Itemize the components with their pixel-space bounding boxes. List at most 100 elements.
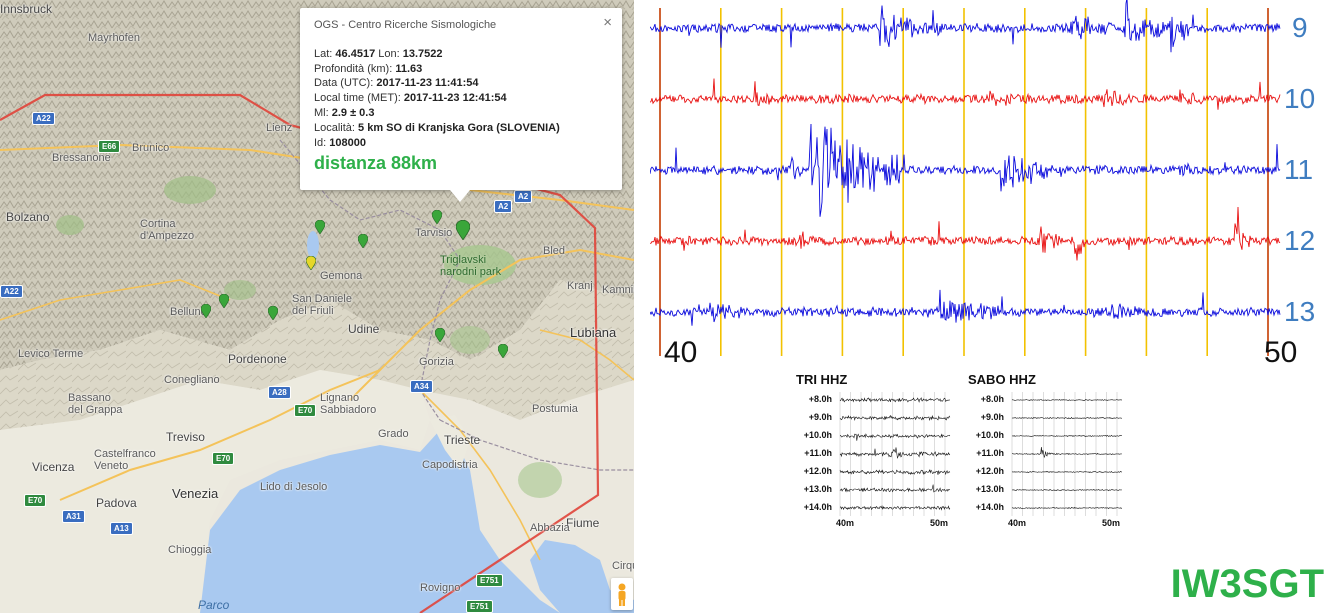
- highway-shield: A2: [494, 200, 513, 213]
- highway-shield: A28: [268, 386, 291, 399]
- popup-id: Id: 108000: [314, 136, 367, 149]
- seismic-trace: [650, 123, 1281, 217]
- trace-number: 13: [1284, 296, 1316, 327]
- helicorder-trace: [839, 433, 951, 441]
- helicorder-x-label: 40m: [836, 518, 855, 528]
- place-label: Kamnik: [602, 284, 634, 296]
- popup-local-time: Local time (MET): 2017-11-23 12:41:54: [314, 92, 507, 105]
- helicorder-row-label: +12.0h: [803, 466, 832, 476]
- helicorder-trace: [839, 484, 951, 493]
- seismic-trace: [650, 289, 1281, 326]
- helicorder-row-label: +11.0h: [804, 448, 832, 458]
- place-label: Chioggia: [168, 544, 212, 556]
- station-marker-icon[interactable]: [456, 220, 470, 240]
- popup-magnitude: Ml: 2.9 ± 0.3: [314, 106, 375, 119]
- helicorder-trace: [1012, 446, 1122, 459]
- helicorder-trace: [1012, 489, 1122, 492]
- helicorder-trace: [839, 414, 951, 422]
- helicorder-sabo: SABO HHZ +8.0h +9.0h +10.0h +11.0h +12.0h +13.…: [968, 372, 1128, 532]
- helicorder-title: TRI HHZ: [796, 372, 848, 387]
- station-marker-icon[interactable]: [435, 328, 445, 342]
- place-label: Tarvisio: [415, 227, 453, 239]
- station-marker-icon[interactable]: [358, 234, 368, 248]
- place-label: Cortina d'Ampezzo: [140, 218, 195, 242]
- station-marker-icon[interactable]: [432, 210, 442, 224]
- place-label: Gorizia: [419, 356, 454, 368]
- place-label: Grado: [378, 428, 409, 440]
- seismic-trace: [650, 78, 1281, 110]
- highway-shield: A34: [410, 380, 433, 393]
- place-label: Fiume: [566, 516, 600, 530]
- close-icon[interactable]: ×: [603, 15, 612, 30]
- highway-shield: E751: [476, 574, 503, 587]
- station-marker-icon[interactable]: [201, 304, 211, 318]
- trace-number: 12: [1284, 225, 1316, 256]
- station-marker-icon[interactable]: [315, 220, 325, 234]
- place-label: San Daniele del Friuli: [292, 293, 352, 317]
- place-label: Innsbruck: [0, 2, 53, 16]
- place-label: Rovigno: [420, 582, 461, 594]
- park-label: Triglavski narodni park: [440, 254, 502, 278]
- helicorder-trace: [1012, 434, 1122, 437]
- place-label: Lienz: [266, 122, 293, 134]
- place-label: Capodistria: [422, 459, 478, 471]
- helicorder-row-label: +13.0h: [975, 484, 1004, 494]
- highway-shield: E66: [98, 140, 121, 153]
- highway-shield: E751: [466, 600, 493, 613]
- helicorder-title: SABO HHZ: [968, 372, 1036, 387]
- highway-shield: A13: [110, 522, 133, 535]
- place-label: Bled: [543, 245, 566, 257]
- station-marker-icon[interactable]: [306, 256, 316, 270]
- helicorder-trace: [839, 504, 951, 511]
- highway-shield: A22: [32, 112, 55, 125]
- place-label: Padova: [96, 496, 137, 510]
- place-label: Brunico: [132, 142, 170, 154]
- street-view-pegman-button[interactable]: [611, 578, 633, 610]
- pegman-icon: [618, 583, 626, 606]
- helicorder-trace: [839, 397, 951, 403]
- helicorder-row-label: +10.0h: [975, 430, 1004, 440]
- station-marker-icon[interactable]: [268, 306, 278, 320]
- station-marker-icon[interactable]: [498, 344, 508, 358]
- popup-depth: Profondità (km): 11.63: [314, 62, 423, 75]
- helicorder-tri: TRI HHZ +8.0h +9.0h +10.0h +11.0h +12.0h +13.0…: [796, 372, 956, 532]
- place-label: Kranj: [567, 280, 593, 292]
- place-label: Mayrhofen: [88, 32, 140, 44]
- helicorder-trace: [1011, 416, 1122, 420]
- place-label: Vicenza: [32, 460, 75, 474]
- highway-shield: E70: [212, 452, 235, 465]
- popup-date-utc: Data (UTC): 2017-11-23 11:41:54: [314, 77, 479, 90]
- place-label: Levico Terme: [18, 348, 84, 360]
- helicorder-row-label: +11.0h: [976, 448, 1004, 458]
- helicorder-row-label: +9.0h: [808, 412, 832, 422]
- place-label: Lido di Jesolo: [260, 481, 328, 493]
- callsign-label: IW3SGT: [1170, 562, 1324, 606]
- seismogram-panel: 9 10 11 12 13 40 50 TRI HHZ +8.0h +9.0h +10.0h +…: [650, 0, 1334, 613]
- map-panel[interactable]: Innsbruck Mayrhofen Lienz Bressanone Brunico…: [0, 0, 634, 613]
- helicorder-row-label: +14.0h: [803, 502, 832, 512]
- helicorder-row-label: +9.0h: [980, 412, 1004, 422]
- helicorder-row-label: +8.0h: [980, 394, 1004, 404]
- helicorder-row-label: +8.0h: [808, 394, 832, 404]
- popup-location: Località: 5 km SO di Kranjska Gora (SLOV…: [314, 121, 560, 134]
- trace-number: 11: [1284, 154, 1314, 185]
- place-label: Lignano Sabbiadoro: [320, 392, 377, 416]
- highway-shield: A31: [62, 510, 85, 523]
- helicorder-row-label: +12.0h: [975, 466, 1004, 476]
- place-label: Trieste: [444, 433, 481, 447]
- place-label: Cirque: [612, 560, 634, 572]
- place-label: Postumia: [532, 403, 578, 415]
- place-label: Pordenone: [228, 352, 287, 366]
- event-info-popup: × OGS - Centro Ricerche Sismologiche Lat…: [300, 8, 622, 202]
- helicorder-plot: [1011, 392, 1123, 516]
- helicorder-trace: [1011, 506, 1123, 510]
- place-label: Bolzano: [6, 210, 50, 224]
- seismic-trace: [650, 206, 1281, 261]
- place-label: Bassano del Grappa: [68, 392, 123, 416]
- seismogram-traces: [650, 0, 1281, 356]
- station-marker-icon[interactable]: [219, 294, 229, 308]
- time-end-label: 50: [1264, 336, 1298, 369]
- popup-distance: distanza 88km: [314, 153, 438, 174]
- helicorder-x-label: 50m: [930, 518, 949, 528]
- screen: Innsbruck Mayrhofen Lienz Bressanone Brunico…: [0, 0, 1334, 613]
